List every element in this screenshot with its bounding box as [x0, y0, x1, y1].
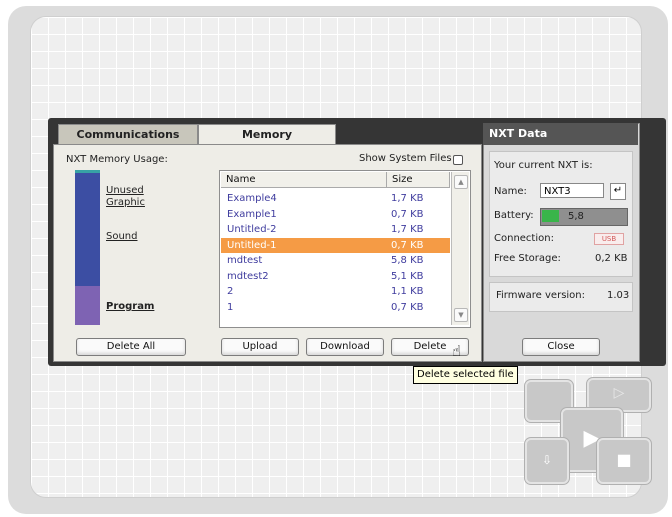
hand-cursor-icon: ☝: [452, 342, 462, 360]
file-row[interactable]: Untitled-1 0,7 KB: [221, 237, 450, 253]
legend-program[interactable]: Program: [106, 301, 154, 312]
scroll-down-icon[interactable]: ▼: [454, 308, 468, 322]
scroll-up-icon[interactable]: ▲: [454, 175, 468, 189]
file-row[interactable]: Example1 0,7 KB: [221, 207, 450, 222]
file-size: 0,7 KB: [391, 208, 424, 220]
free-storage-value: 0,2 KB: [595, 253, 628, 264]
file-size: 1,7 KB: [391, 224, 424, 235]
connection-label: Connection:: [494, 233, 554, 244]
file-name: 2: [227, 286, 234, 297]
tooltip: Delete selected file: [413, 366, 518, 384]
file-list[interactable]: Name Size ▲ ▼ Example4 1,7 KB Example1 0,7 …: [219, 170, 471, 328]
firmware-value: 1.03: [607, 290, 630, 301]
file-size: 1,1 KB: [391, 286, 424, 297]
legend-graphic[interactable]: Graphic: [106, 197, 145, 208]
file-name: 1: [227, 301, 234, 313]
free-storage-label: Free Storage:: [494, 253, 561, 264]
show-system-files-checkbox[interactable]: [453, 155, 463, 165]
upload-button[interactable]: Upload: [221, 338, 299, 356]
column-header-size[interactable]: Size: [387, 172, 450, 188]
battery-label: Battery:: [494, 210, 534, 221]
nxt-name-field[interactable]: NXT3: [540, 183, 604, 198]
file-row[interactable]: Example4 1,7 KB: [221, 191, 450, 206]
file-name: mdtest2: [227, 270, 269, 282]
usb-icon: USB: [594, 233, 624, 245]
close-button[interactable]: Close: [522, 338, 600, 356]
file-name: Example1: [227, 208, 277, 220]
file-row[interactable]: 1 0,7 KB: [221, 300, 450, 315]
file-name: Untitled-1: [227, 239, 277, 251]
battery-fill: [542, 210, 559, 222]
tab-memory[interactable]: Memory: [198, 124, 336, 145]
nxt-controller-pad: ▷ ▶ ⇩ ■: [515, 378, 655, 498]
file-name: Untitled-2: [227, 224, 277, 235]
upload-from-nxt-icon[interactable]: ⇩: [525, 438, 569, 484]
nxt-data-title: NXT Data: [483, 123, 638, 145]
delete-all-button[interactable]: Delete All: [76, 338, 186, 356]
file-name: Example4: [227, 193, 277, 204]
scrollbar[interactable]: ▲ ▼: [451, 172, 469, 325]
file-size: 5,1 KB: [391, 270, 424, 282]
download-button[interactable]: Download: [306, 338, 384, 356]
name-label: Name:: [494, 186, 527, 197]
file-size: 0,7 KB: [391, 301, 424, 313]
run-selection-icon[interactable]: ▷: [587, 378, 651, 412]
file-size: 1,7 KB: [391, 193, 424, 204]
file-name: mdtest: [227, 255, 263, 266]
memory-usage-label: NXT Memory Usage:: [66, 154, 168, 165]
current-nxt-label: Your current NXT is:: [494, 160, 593, 171]
unused-segment: [75, 170, 100, 173]
program-segment: [75, 286, 100, 325]
legend-unused[interactable]: Unused: [106, 185, 144, 196]
enter-icon[interactable]: ↵: [610, 183, 626, 200]
file-row[interactable]: 2 1,1 KB: [221, 284, 450, 299]
column-header-name[interactable]: Name: [221, 172, 387, 188]
show-system-files-label: Show System Files: [359, 153, 452, 164]
file-row[interactable]: mdtest2 5,1 KB: [221, 269, 450, 284]
firmware-label: Firmware version:: [496, 290, 586, 301]
file-size: 5,8 KB: [391, 255, 424, 266]
battery-value: 5,8: [568, 211, 584, 222]
tab-communications[interactable]: Communications: [58, 124, 198, 145]
legend-sound[interactable]: Sound: [106, 231, 138, 242]
file-row[interactable]: Untitled-2 1,7 KB: [221, 222, 450, 237]
file-row[interactable]: mdtest 5,8 KB: [221, 253, 450, 268]
stop-icon[interactable]: ■: [597, 438, 651, 484]
file-size: 0,7 KB: [391, 239, 424, 251]
